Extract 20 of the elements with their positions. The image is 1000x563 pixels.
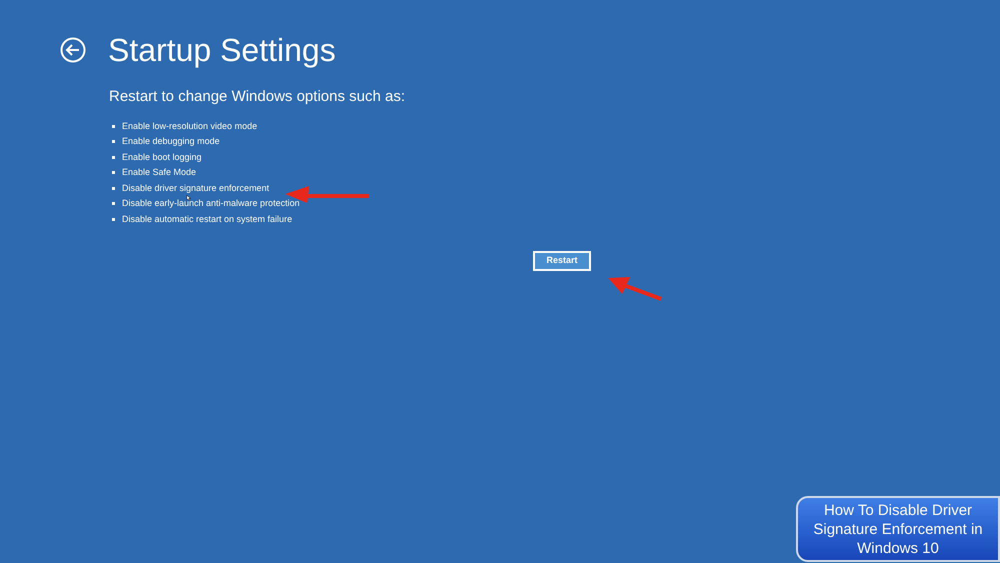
bullet-icon xyxy=(112,218,115,222)
option-item: Enable low-resolution video mode xyxy=(122,122,258,130)
mouse-cursor-icon xyxy=(186,195,191,201)
bullet-icon xyxy=(112,202,115,206)
option-item: Disable early-launch anti-malware protection xyxy=(122,199,300,208)
bullet-icon xyxy=(112,140,115,144)
restart-button[interactable]: Restart xyxy=(533,251,591,272)
option-item: Disable driver signature enforcement xyxy=(122,184,270,193)
option-item: Enable Safe Mode xyxy=(122,168,196,178)
bullet-icon xyxy=(112,156,115,159)
arrow-annotation xyxy=(608,276,662,302)
page-title: Startup Settings xyxy=(108,31,336,70)
option-item: Enable boot logging xyxy=(122,152,202,162)
option-item: Disable automatic restart on system failure xyxy=(122,215,292,224)
bullet-icon xyxy=(112,171,115,174)
bullet-icon xyxy=(112,186,115,190)
option-item: Enable debugging mode xyxy=(122,137,220,146)
bullet-icon xyxy=(112,124,115,128)
intro-text: Restart to change Windows options such as: xyxy=(109,87,406,107)
video-caption: How To Disable Driver Signature Enforcement in Windows 10 xyxy=(796,496,1000,562)
